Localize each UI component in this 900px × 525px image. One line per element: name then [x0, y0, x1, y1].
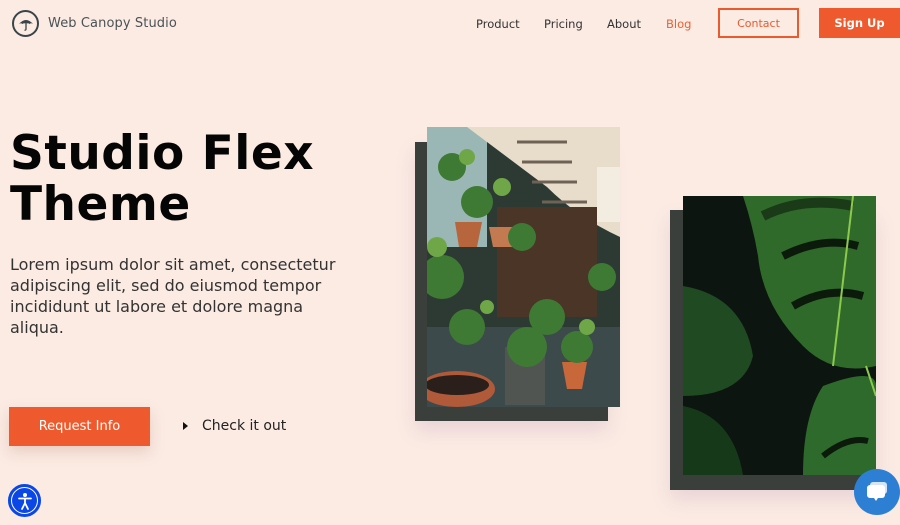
umbrella-icon — [12, 10, 39, 37]
brand-logo[interactable]: Web Canopy Studio — [12, 10, 177, 37]
title-line-2: Theme — [10, 177, 191, 232]
chat-button[interactable] — [854, 469, 900, 515]
nav-blog[interactable]: Blog — [666, 17, 691, 31]
request-info-button[interactable]: Request Info — [9, 407, 150, 446]
hero-description: Lorem ipsum dolor sit amet, consectetur … — [10, 255, 336, 337]
monstera-leaves-image — [683, 196, 876, 475]
accessibility-icon — [11, 487, 38, 514]
page-title: Studio Flex Theme — [10, 128, 314, 230]
sign-up-button[interactable]: Sign Up — [819, 8, 900, 38]
plants-staircase-image — [427, 127, 620, 407]
nav-about[interactable]: About — [607, 17, 641, 31]
contact-button[interactable]: Contact — [718, 8, 799, 38]
brand-name: Web Canopy Studio — [48, 16, 177, 31]
title-line-1: Studio Flex — [10, 126, 315, 181]
nav-product[interactable]: Product — [476, 17, 520, 31]
check-it-out-link[interactable]: Check it out — [183, 418, 286, 434]
nav-pricing[interactable]: Pricing — [544, 17, 583, 31]
accessibility-button[interactable] — [8, 484, 41, 517]
chat-bubble-icon — [867, 482, 887, 501]
play-triangle-icon — [183, 422, 188, 430]
check-it-out-label: Check it out — [202, 418, 287, 434]
